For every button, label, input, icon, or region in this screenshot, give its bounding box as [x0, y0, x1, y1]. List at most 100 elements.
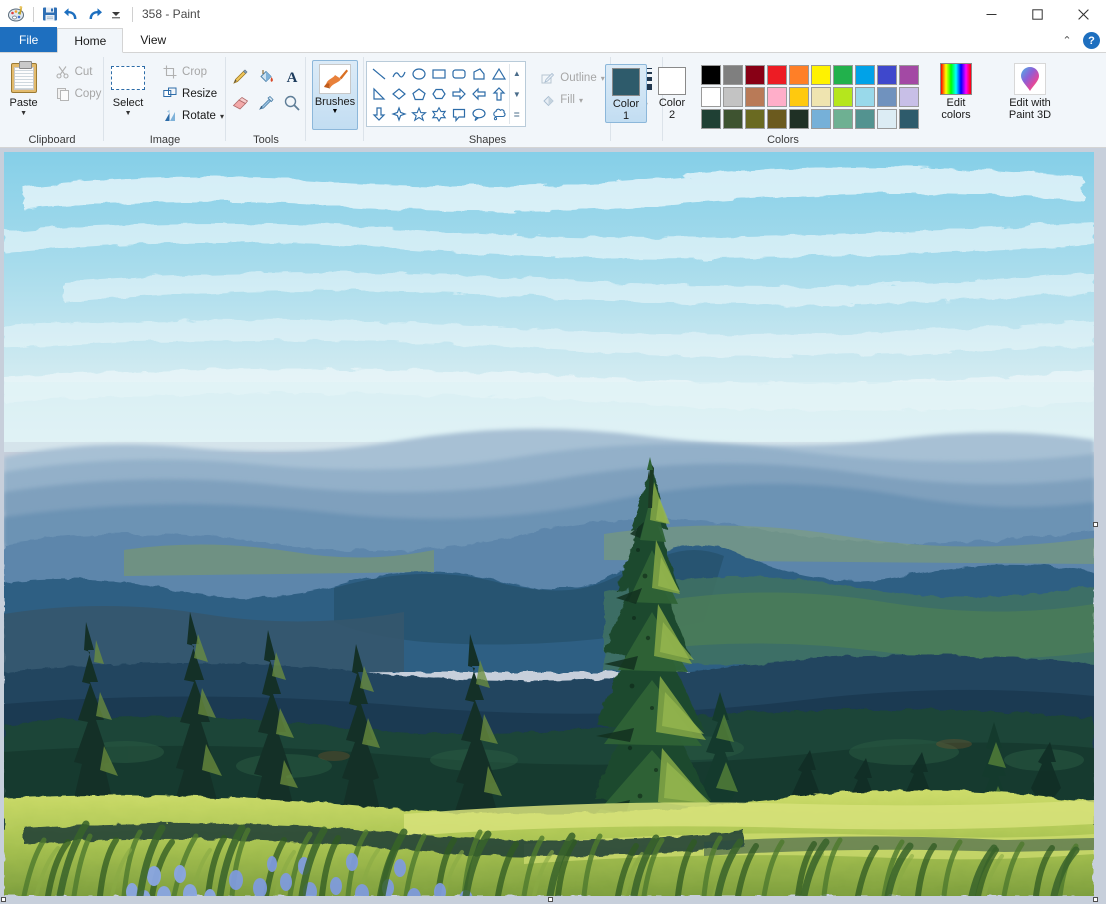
palette-swatch[interactable]: [723, 65, 743, 85]
brushes-dropdown-arrow[interactable]: ▼: [332, 108, 339, 115]
color-1-button[interactable]: Color 1: [605, 64, 647, 123]
shape-diamond[interactable]: [389, 84, 409, 104]
palette-swatch[interactable]: [811, 87, 831, 107]
shape-down-arrow[interactable]: [369, 104, 389, 124]
palette-swatch[interactable]: [877, 109, 897, 129]
palette-swatch[interactable]: [899, 109, 919, 129]
customize-qat-icon[interactable]: [105, 3, 127, 25]
palette-swatch[interactable]: [899, 87, 919, 107]
palette-swatch[interactable]: [745, 109, 765, 129]
shapes-expand-icon[interactable]: ≣: [510, 105, 523, 124]
resize-button[interactable]: Resize: [158, 83, 228, 105]
color-1-swatch[interactable]: [612, 68, 640, 96]
paint-logo-icon[interactable]: [6, 3, 28, 25]
shape-pentagon[interactable]: [409, 84, 429, 104]
palette-swatch[interactable]: [767, 65, 787, 85]
select-dropdown-arrow[interactable]: ▼: [125, 110, 132, 118]
tab-view[interactable]: View: [123, 27, 183, 52]
shape-hexagon[interactable]: [429, 84, 449, 104]
help-icon[interactable]: ?: [1083, 32, 1100, 49]
collapse-ribbon-icon[interactable]: ⌃: [1059, 34, 1075, 47]
fill-with-color-icon[interactable]: [254, 65, 278, 89]
shape-five-point-star[interactable]: [409, 104, 429, 124]
shape-polygon[interactable]: [469, 64, 489, 84]
canvas-resize-handle-bottom-left[interactable]: [1, 897, 6, 902]
save-icon[interactable]: [39, 3, 61, 25]
close-button[interactable]: [1060, 0, 1106, 28]
palette-swatch[interactable]: [899, 65, 919, 85]
palette-swatch[interactable]: [789, 65, 809, 85]
palette-swatch[interactable]: [701, 109, 721, 129]
tab-file[interactable]: File: [0, 27, 58, 52]
palette-swatch[interactable]: [701, 65, 721, 85]
landscape-painting[interactable]: [4, 152, 1094, 896]
canvas-resize-handle-right[interactable]: [1093, 522, 1098, 527]
fill-dropdown-arrow[interactable]: ▾: [579, 96, 583, 105]
color-palette[interactable]: [701, 60, 920, 130]
palette-swatch[interactable]: [811, 65, 831, 85]
rotate-button[interactable]: Rotate ▾: [158, 105, 228, 127]
maximize-button[interactable]: [1014, 0, 1060, 28]
color-2-button[interactable]: Color 2: [651, 64, 693, 123]
crop-button[interactable]: Crop: [158, 61, 228, 83]
palette-swatch[interactable]: [767, 87, 787, 107]
palette-swatch[interactable]: [789, 109, 809, 129]
palette-swatch[interactable]: [745, 87, 765, 107]
edit-colors-button[interactable]: Edit colors: [928, 60, 984, 121]
shape-cloud-callout[interactable]: [489, 104, 509, 124]
fill-button[interactable]: Fill ▾: [536, 89, 608, 111]
shape-oval[interactable]: [409, 64, 429, 84]
shape-six-point-star[interactable]: [429, 104, 449, 124]
shape-rounded-rectangle[interactable]: [449, 64, 469, 84]
canvas-area[interactable]: [0, 148, 1106, 904]
palette-swatch[interactable]: [855, 65, 875, 85]
palette-swatch[interactable]: [877, 87, 897, 107]
palette-swatch[interactable]: [855, 87, 875, 107]
palette-swatch[interactable]: [855, 109, 875, 129]
eraser-icon[interactable]: [228, 91, 252, 115]
palette-swatch[interactable]: [745, 65, 765, 85]
redo-icon[interactable]: [83, 3, 105, 25]
shape-four-point-star[interactable]: [389, 104, 409, 124]
shape-left-arrow[interactable]: [469, 84, 489, 104]
palette-swatch[interactable]: [833, 109, 853, 129]
palette-swatch[interactable]: [877, 65, 897, 85]
palette-swatch[interactable]: [767, 109, 787, 129]
shapes-gallery[interactable]: ▲ ▼ ≣: [366, 61, 527, 127]
minimize-button[interactable]: [968, 0, 1014, 28]
palette-swatch[interactable]: [833, 87, 853, 107]
text-icon[interactable]: A: [280, 65, 304, 89]
undo-icon[interactable]: [61, 3, 83, 25]
shape-oval-callout[interactable]: [469, 104, 489, 124]
palette-swatch[interactable]: [723, 87, 743, 107]
shape-rectangle[interactable]: [429, 64, 449, 84]
shapes-scroll-down-icon[interactable]: ▼: [510, 85, 523, 104]
shape-line[interactable]: [369, 64, 389, 84]
drawing-canvas[interactable]: [4, 152, 1094, 896]
edit-with-paint3d-button[interactable]: Edit with Paint 3D: [996, 60, 1064, 121]
paste-button[interactable]: Paste ▼: [1, 58, 47, 118]
palette-swatch[interactable]: [811, 109, 831, 129]
magnifier-icon[interactable]: [280, 91, 304, 115]
shape-curve[interactable]: [389, 64, 409, 84]
shape-up-arrow[interactable]: [489, 84, 509, 104]
select-button[interactable]: Select ▼: [102, 58, 154, 118]
color-2-swatch[interactable]: [658, 67, 686, 95]
shape-triangle[interactable]: [489, 64, 509, 84]
shapes-gallery-scrollbar[interactable]: ▲ ▼ ≣: [509, 64, 523, 124]
shape-right-arrow[interactable]: [449, 84, 469, 104]
canvas-resize-handle-bottom-right[interactable]: [1093, 897, 1098, 902]
tab-home[interactable]: Home: [57, 28, 124, 53]
pencil-icon[interactable]: [228, 65, 252, 89]
palette-swatch[interactable]: [833, 65, 853, 85]
paste-dropdown-arrow[interactable]: ▼: [20, 110, 27, 118]
canvas-resize-handle-bottom-center[interactable]: [548, 897, 553, 902]
shape-right-triangle[interactable]: [369, 84, 389, 104]
shapes-scroll-up-icon[interactable]: ▲: [510, 64, 523, 83]
shape-rounded-callout[interactable]: [449, 104, 469, 124]
palette-swatch[interactable]: [701, 87, 721, 107]
brushes-button[interactable]: Brushes ▼: [312, 60, 358, 130]
color-picker-icon[interactable]: [254, 91, 278, 115]
palette-swatch[interactable]: [723, 109, 743, 129]
outline-button[interactable]: Outline ▾: [536, 67, 608, 89]
